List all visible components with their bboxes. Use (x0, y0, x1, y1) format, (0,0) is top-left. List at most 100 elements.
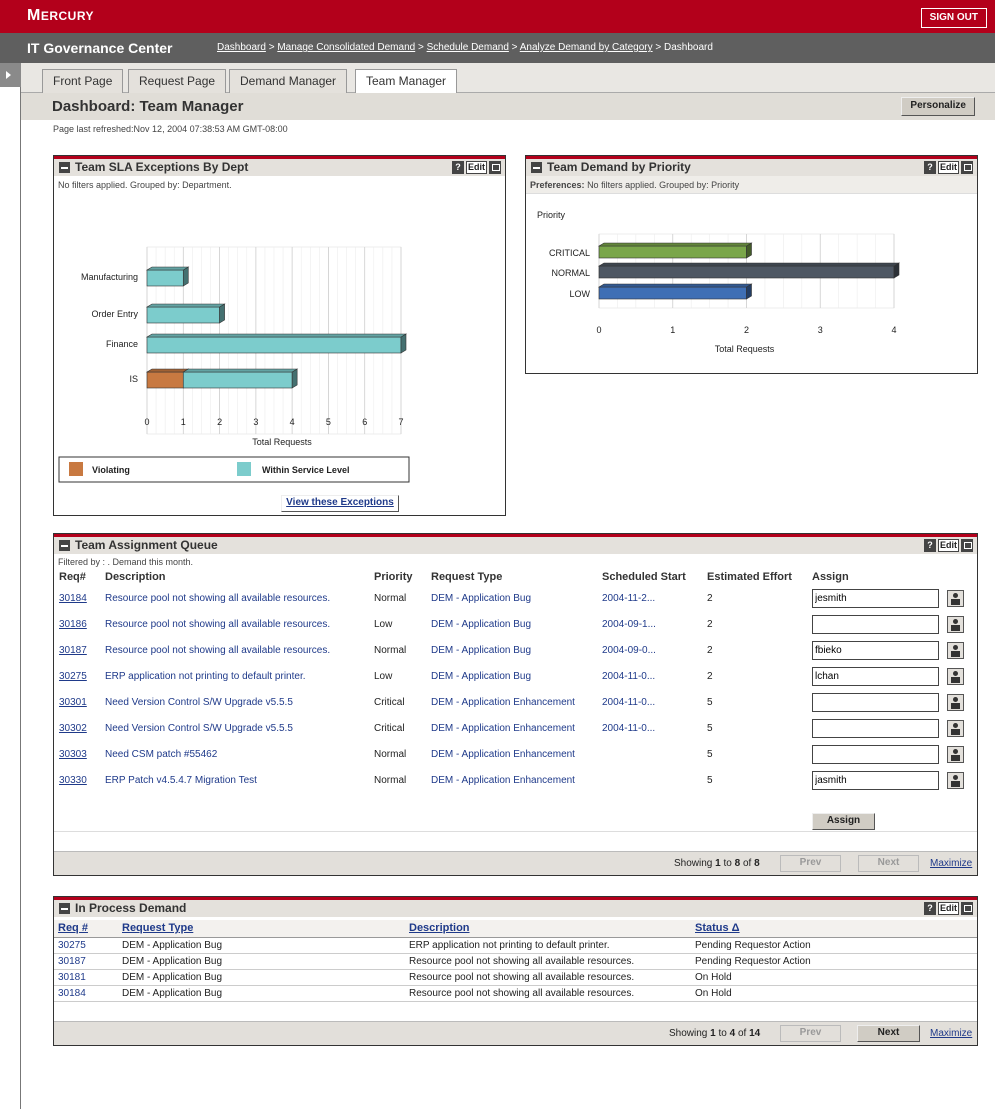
assign-input[interactable] (812, 718, 939, 738)
person-lookup-icon[interactable] (947, 719, 964, 737)
queue-prev-button[interactable]: Prev (780, 855, 841, 872)
req-link[interactable]: 30301 (59, 697, 87, 708)
request-type-link[interactable]: DEM - Application Enhancement (431, 749, 575, 760)
assign-input[interactable] (812, 770, 939, 790)
tab-demand-manager[interactable]: Demand Manager (229, 69, 348, 93)
req-link[interactable]: 30275 (58, 940, 86, 951)
description-link[interactable]: Resource pool not showing all available … (105, 593, 330, 604)
assign-input[interactable] (812, 614, 939, 634)
help-icon[interactable]: ? (924, 902, 936, 915)
table-row: 30275 ERP application not printing to def… (58, 663, 976, 689)
breadcrumb-link-dashboard[interactable]: Dashboard (217, 42, 266, 53)
scheduled-start-link[interactable]: 2004-11-2... (602, 593, 655, 604)
tab-front-page[interactable]: Front Page (42, 69, 124, 93)
scheduled-start-link[interactable]: 2004-11-0... (602, 671, 655, 682)
breadcrumb-separator: > (511, 42, 518, 53)
assign-button[interactable]: Assign (812, 813, 875, 830)
in-process-prev-button[interactable]: Prev (780, 1025, 841, 1042)
table-row: 30186 Resource pool not showing all avail… (58, 611, 976, 637)
person-lookup-icon[interactable] (947, 589, 964, 607)
breadcrumb-separator: > (268, 42, 275, 53)
request-type-link[interactable]: DEM - Application Enhancement (431, 723, 575, 734)
person-lookup-icon[interactable] (947, 693, 964, 711)
tab-team-manager[interactable]: Team Manager (355, 69, 458, 94)
req-link[interactable]: 30181 (58, 972, 86, 983)
req-link[interactable]: 30187 (58, 956, 86, 967)
tab-request-page[interactable]: Request Page (128, 69, 227, 93)
x-tick-label-6: 6 (362, 417, 367, 427)
view-exceptions-button[interactable]: View these Exceptions (281, 495, 399, 512)
help-icon[interactable]: ? (924, 539, 936, 552)
brand-bar: MERCURY SIGN OUT (0, 0, 995, 33)
req-link[interactable]: 30184 (58, 988, 86, 999)
in-process-next-button[interactable]: Next (857, 1025, 920, 1042)
legend-label-violating: Violating (92, 465, 130, 475)
assign-input[interactable] (812, 640, 939, 660)
edit-button[interactable]: Edit (938, 161, 959, 174)
req-link[interactable]: 30330 (59, 775, 87, 786)
person-lookup-icon[interactable] (947, 667, 964, 685)
scheduled-start-link[interactable]: 2004-09-0... (602, 645, 656, 656)
request-type-link[interactable]: DEM - Application Bug (431, 593, 531, 604)
person-lookup-icon[interactable] (947, 615, 964, 633)
request-type-link[interactable]: DEM - Application Bug (431, 671, 531, 682)
assign-input[interactable] (812, 692, 939, 712)
edit-button[interactable]: Edit (938, 539, 959, 552)
y-tick-label-critical: CRITICAL (549, 248, 590, 258)
person-lookup-icon[interactable] (947, 745, 964, 763)
column-header-description[interactable]: Description (408, 920, 694, 938)
column-header-req[interactable]: Req # (54, 920, 121, 938)
breadcrumb-link-schedule-demand[interactable]: Schedule Demand (427, 42, 509, 53)
priority-cell: Normal (374, 644, 407, 656)
scheduled-start-link[interactable]: 2004-09-1... (602, 619, 656, 630)
queue-maximize-link[interactable]: Maximize (930, 858, 972, 869)
assign-input[interactable] (812, 588, 939, 608)
queue-next-button[interactable]: Next (858, 855, 919, 872)
request-type-link[interactable]: DEM - Application Enhancement (431, 697, 575, 708)
person-lookup-icon[interactable] (947, 771, 964, 789)
scheduled-start-link[interactable]: 2004-11-0... (602, 697, 655, 708)
breadcrumb-link-analyze-demand[interactable]: Analyze Demand by Category (520, 42, 653, 53)
assign-input[interactable] (812, 744, 939, 764)
help-icon[interactable]: ? (452, 161, 464, 174)
maximize-icon[interactable] (961, 902, 973, 915)
request-type-link[interactable]: DEM - Application Enhancement (431, 775, 575, 786)
personalize-button[interactable]: Personalize (901, 97, 975, 116)
edit-button[interactable]: Edit (938, 902, 959, 915)
description-link[interactable]: Resource pool not showing all available … (105, 645, 330, 656)
description-link[interactable]: Need Version Control S/W Upgrade v5.5.5 (105, 697, 293, 708)
minimize-icon[interactable] (59, 162, 70, 173)
tab-bar: Front Page Request Page Demand Manager T… (21, 63, 995, 94)
request-type-link[interactable]: DEM - Application Bug (431, 645, 531, 656)
description-link[interactable]: Resource pool not showing all available … (105, 619, 330, 630)
req-link[interactable]: 30184 (59, 593, 87, 604)
req-link[interactable]: 30303 (59, 749, 87, 760)
req-link[interactable]: 30187 (59, 645, 87, 656)
in-process-maximize-link[interactable]: Maximize (930, 1028, 972, 1039)
assign-input[interactable] (812, 666, 939, 686)
req-link[interactable]: 30186 (59, 619, 87, 630)
column-header-request-type[interactable]: Request Type (121, 920, 408, 938)
help-icon[interactable]: ? (924, 161, 936, 174)
minimize-icon[interactable] (59, 540, 70, 551)
breadcrumb-link-manage-consolidated-demand[interactable]: Manage Consolidated Demand (277, 42, 415, 53)
maximize-icon[interactable] (961, 161, 973, 174)
req-link[interactable]: 30302 (59, 723, 87, 734)
minimize-icon[interactable] (59, 903, 70, 914)
description-link[interactable]: ERP Patch v4.5.4.7 Migration Test (105, 775, 257, 786)
portlet-header: Team Assignment Queue ? Edit (54, 534, 977, 554)
maximize-icon[interactable] (489, 161, 501, 174)
description-link[interactable]: ERP application not printing to default … (105, 671, 306, 682)
description-link[interactable]: Need CSM patch #55462 (105, 749, 217, 760)
person-lookup-icon[interactable] (947, 641, 964, 659)
column-header-status[interactable]: Status Δ (694, 920, 977, 938)
maximize-icon[interactable] (961, 539, 973, 552)
edit-button[interactable]: Edit (466, 161, 487, 174)
description-link[interactable]: Need Version Control S/W Upgrade v5.5.5 (105, 723, 293, 734)
req-link[interactable]: 30275 (59, 671, 87, 682)
sign-out-button[interactable]: SIGN OUT (920, 8, 987, 28)
minimize-icon[interactable] (531, 162, 542, 173)
scheduled-start-link[interactable]: 2004-11-0... (602, 723, 655, 734)
expand-panel-button[interactable] (0, 63, 21, 87)
request-type-link[interactable]: DEM - Application Bug (431, 619, 531, 630)
